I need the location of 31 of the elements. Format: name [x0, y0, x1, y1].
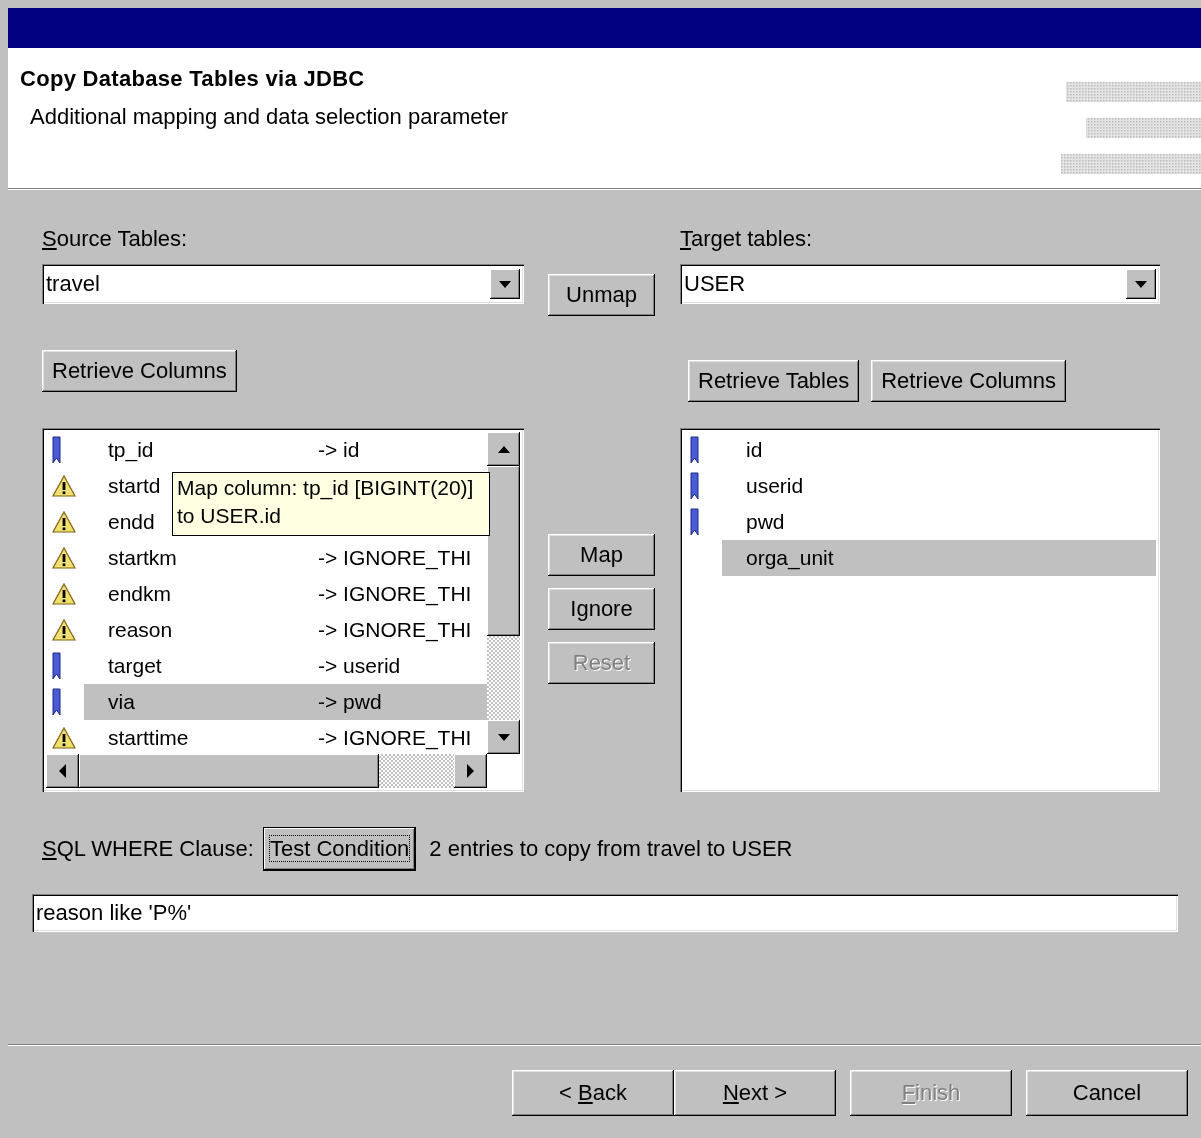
target-tables-label: Target tables:	[680, 226, 814, 253]
combo-value: USER	[684, 271, 747, 297]
column-name: starttime	[108, 726, 189, 749]
column-name: tp_id	[108, 438, 154, 461]
page-subtitle: Additional mapping and data selection parameter	[29, 104, 509, 130]
column-mapping: -> IGNORE_THI	[318, 546, 472, 570]
column-name: endkm	[108, 582, 172, 605]
combo-value: travel	[46, 271, 101, 297]
source-tables-label: Source Tables:	[42, 226, 189, 253]
column-mapping: -> id	[318, 438, 360, 462]
column-name: id	[746, 438, 763, 461]
tooltip: Map column: tp_id [BIGINT(20)] to USER.id	[172, 472, 490, 536]
column-mapping: -> userid	[318, 654, 401, 678]
action-button: Reset	[548, 642, 655, 684]
column-name: pwd	[746, 510, 785, 533]
column-name: via	[108, 690, 135, 713]
column-name: userid	[746, 474, 804, 497]
column-mapping: -> pwd	[318, 690, 382, 714]
column-mapping: -> IGNORE_THI	[318, 726, 472, 750]
result-message: 2 entries to copy from travel to USER	[429, 836, 793, 862]
finish-button: Finish	[850, 1070, 1012, 1116]
column-name: orga_unit	[746, 546, 834, 569]
sql-where-label: SQL WHERE Clause:	[42, 836, 254, 862]
column-mapping: -> IGNORE_THI	[318, 618, 472, 642]
column-name: startd	[108, 474, 161, 497]
column-name: endd	[108, 510, 155, 533]
column-name: startkm	[108, 546, 177, 569]
page-title: Copy Database Tables via JDBC	[20, 66, 366, 92]
column-mapping: -> IGNORE_THI	[318, 582, 472, 606]
column-name: target	[108, 654, 162, 677]
column-name: reason	[108, 618, 173, 641]
